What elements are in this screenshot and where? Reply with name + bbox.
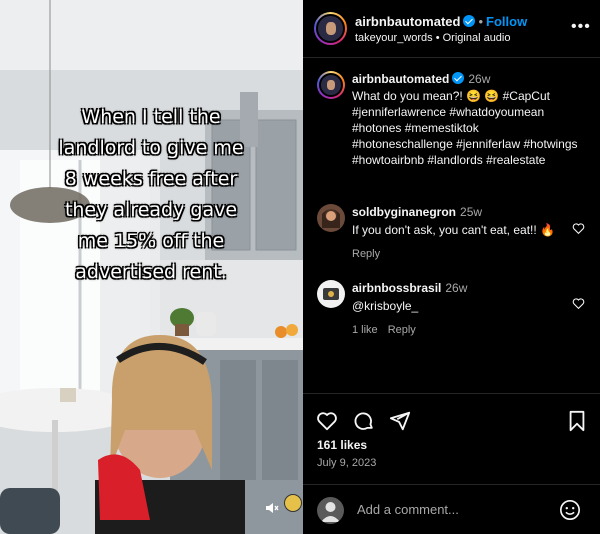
caption-author-avatar[interactable] [317,71,345,99]
reply-button[interactable]: Reply [388,324,416,336]
likes-count[interactable]: 161 likes [317,438,367,452]
audio-line[interactable]: takeyour_words • Original audio [355,32,511,44]
commenter-username[interactable]: airbnbossbrasil [352,281,441,295]
comment-time[interactable]: 25w [460,205,482,219]
verified-badge-icon [463,15,476,27]
author-line: airbnbautomated • Follow [355,14,527,29]
post-actions: 161 likes July 9, 2023 [303,393,600,483]
emoji-icon[interactable] [559,499,581,521]
video-caption: When I tell the landlord to give me 8 we… [58,106,244,283]
more-options-button[interactable]: ••• [571,18,591,36]
caption-comment: airbnbautomated 26w What do you mean?! 😆 … [317,71,587,186]
current-user-avatar [317,497,344,524]
comment-meta: 1 like Reply [352,322,580,338]
comment-item: soldbyginanegron 25w If you don't ask, yo… [317,204,587,264]
comment-item: airbnbossbrasil 26w @krisboyle_ 1 like Rep… [317,280,587,340]
commenter-avatar[interactable] [317,204,345,232]
caption-text: What do you mean?! 😆 😆 #CapCut #jennifer… [352,89,578,167]
comment-time[interactable]: 26w [445,281,467,295]
commenter-avatar[interactable] [317,280,345,308]
author-username[interactable]: airbnbautomated [355,14,460,29]
comment-likes-count[interactable]: 1 like [352,324,378,336]
comment-icon[interactable] [353,410,375,432]
follow-button[interactable]: Follow [486,14,527,29]
caption-username[interactable]: airbnbautomated [352,72,449,86]
comment-text[interactable]: @krisboyle_ [352,298,580,314]
caption-time[interactable]: 26w [468,72,490,86]
post-header: airbnbautomated • Follow takeyour_words • … [303,0,600,58]
comment-like-icon[interactable] [572,222,585,235]
bookmark-icon[interactable] [566,410,588,432]
heart-icon[interactable] [316,410,338,432]
comment-text: If you don't ask, you can't eat, eat!! 🔥 [352,223,555,237]
comment-like-icon[interactable] [572,297,585,310]
post-date[interactable]: July 9, 2023 [317,457,376,469]
share-icon[interactable] [389,410,411,432]
commenter-username[interactable]: soldbyginanegron [352,205,456,219]
add-comment-input[interactable]: Add a comment... [357,502,459,517]
comment-meta: Reply [352,246,580,262]
author-avatar[interactable] [314,12,347,45]
verified-badge-icon [452,72,465,84]
separator: • [478,14,484,29]
audio-badge-icon[interactable] [284,494,302,512]
post-sidebar: airbnbautomated • Follow takeyour_words • … [303,0,600,534]
reply-button[interactable]: Reply [352,248,380,260]
add-comment-bar: Add a comment... [303,484,600,534]
muted-speaker-icon[interactable] [265,501,279,515]
post-media[interactable]: When I tell the landlord to give me 8 we… [0,0,303,534]
